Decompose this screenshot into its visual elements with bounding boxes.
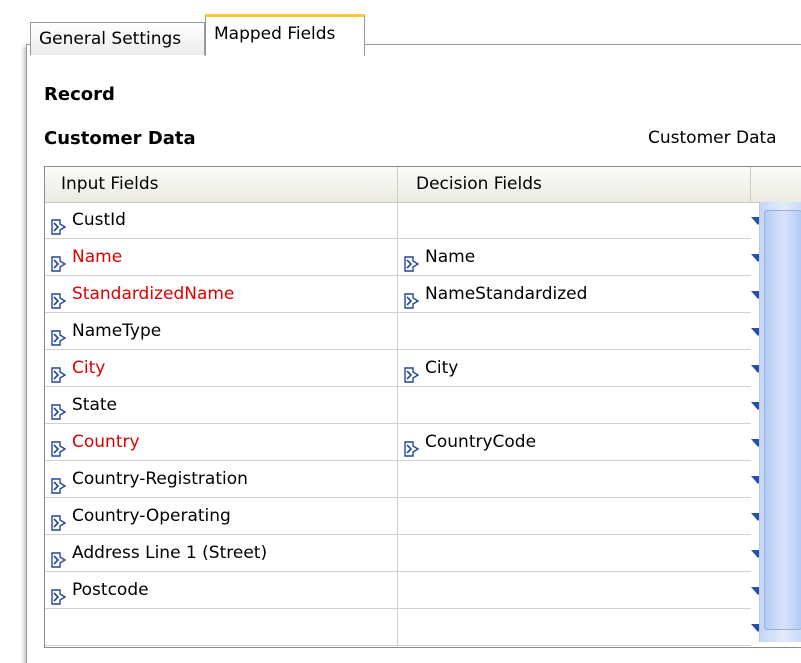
table-row[interactable]: CustId	[45, 202, 765, 239]
decision-field-value: CountryCode	[425, 432, 537, 452]
field-icon	[51, 286, 67, 309]
decision-field-value: NameStandardized	[425, 284, 588, 304]
table-row[interactable]: Country-Operating	[45, 498, 765, 535]
table-row[interactable]	[45, 609, 765, 646]
mapping-grid: Input Fields Decision Fields CustId Name N…	[44, 166, 801, 648]
input-field-cell[interactable]: City	[45, 350, 398, 386]
field-icon	[51, 434, 67, 457]
grid-header: Input Fields Decision Fields	[45, 167, 801, 203]
field-icon	[404, 360, 420, 383]
decision-field-dropdown[interactable]	[398, 498, 765, 534]
input-field-name: NameType	[72, 321, 162, 341]
input-field-cell[interactable]: StandardizedName	[45, 276, 398, 312]
input-field-name: Country	[72, 432, 140, 452]
decision-field-dropdown[interactable]	[398, 313, 765, 349]
tab-mapped-fields[interactable]: Mapped Fields	[205, 14, 365, 58]
field-icon	[51, 397, 67, 420]
field-icon	[404, 286, 420, 309]
input-field-cell[interactable]: CustId	[45, 202, 398, 238]
input-field-name: Country-Registration	[72, 469, 248, 489]
input-field-name: Name	[72, 247, 123, 267]
table-row[interactable]: City City	[45, 350, 765, 387]
decision-field-dropdown[interactable]	[398, 461, 765, 497]
table-row[interactable]: Name Name	[45, 239, 765, 276]
input-field-name: City	[72, 358, 106, 378]
table-row[interactable]: Postcode	[45, 572, 765, 609]
field-icon	[404, 249, 420, 272]
decision-field-dropdown[interactable]	[398, 202, 765, 238]
vertical-scrollbar[interactable]	[759, 202, 801, 642]
input-field-cell[interactable]: Country	[45, 424, 398, 460]
table-row[interactable]: Address Line 1 (Street)	[45, 535, 765, 572]
decision-field-dropdown[interactable]: Name	[398, 239, 765, 275]
decision-field-dropdown[interactable]: NameStandardized	[398, 276, 765, 312]
table-row[interactable]: NameType	[45, 313, 765, 350]
input-field-name: State	[72, 395, 117, 415]
input-field-name: Address Line 1 (Street)	[72, 543, 268, 563]
input-field-cell[interactable]: Country-Registration	[45, 461, 398, 497]
input-field-cell[interactable]: NameType	[45, 313, 398, 349]
decision-field-dropdown[interactable]	[398, 572, 765, 608]
field-icon	[51, 508, 67, 531]
section-right-label: Customer Data	[648, 128, 777, 148]
field-icon	[51, 323, 67, 346]
input-field-name: CustId	[72, 210, 126, 230]
field-icon	[51, 360, 67, 383]
field-icon	[51, 471, 67, 494]
decision-field-dropdown[interactable]: CountryCode	[398, 424, 765, 460]
field-icon	[51, 249, 67, 272]
input-field-cell[interactable]: Country-Operating	[45, 498, 398, 534]
input-field-name: StandardizedName	[72, 284, 235, 304]
column-header-decision-fields[interactable]: Decision Fields	[398, 167, 751, 202]
decision-field-dropdown[interactable]	[398, 609, 765, 645]
field-icon	[51, 545, 67, 568]
input-field-cell[interactable]: State	[45, 387, 398, 423]
input-field-cell[interactable]: Address Line 1 (Street)	[45, 535, 398, 571]
decision-field-dropdown[interactable]	[398, 535, 765, 571]
decision-field-dropdown[interactable]: City	[398, 350, 765, 386]
input-field-cell[interactable]: Name	[45, 239, 398, 275]
input-field-cell[interactable]: Postcode	[45, 572, 398, 608]
scrollbar-thumb[interactable]	[764, 210, 801, 630]
field-icon	[51, 582, 67, 605]
tab-general-settings[interactable]: General Settings	[30, 22, 205, 55]
field-icon	[404, 434, 420, 457]
table-row[interactable]: StandardizedName NameStandardized	[45, 276, 765, 313]
table-row[interactable]: Country CountryCode	[45, 424, 765, 461]
input-field-name: Postcode	[72, 580, 149, 600]
field-icon	[51, 212, 67, 235]
decision-field-value: Name	[425, 247, 476, 267]
table-row[interactable]: Country-Registration	[45, 461, 765, 498]
column-header-input-fields[interactable]: Input Fields	[45, 167, 398, 202]
decision-field-value: City	[425, 358, 459, 378]
record-heading: Record	[44, 84, 115, 105]
decision-field-dropdown[interactable]	[398, 387, 765, 423]
input-field-name: Country-Operating	[72, 506, 231, 526]
input-field-cell[interactable]	[45, 609, 398, 645]
table-row[interactable]: State	[45, 387, 765, 424]
section-title: Customer Data	[44, 128, 196, 149]
